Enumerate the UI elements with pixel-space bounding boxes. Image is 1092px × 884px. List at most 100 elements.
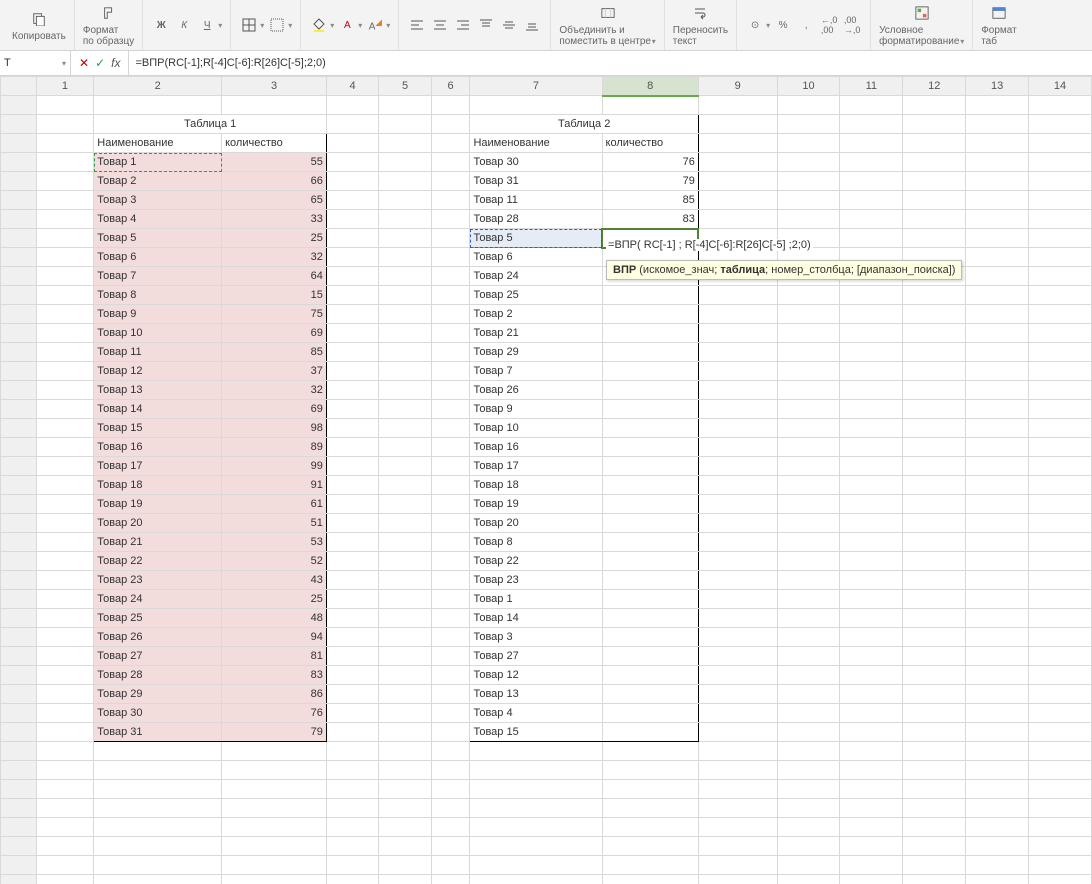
row-header-9[interactable] <box>1 248 37 267</box>
cell-r9c7[interactable]: Товар 6 <box>470 248 602 267</box>
cell-r23c1[interactable] <box>36 514 94 533</box>
cell-r4c10[interactable] <box>777 153 840 172</box>
cell-r13c6[interactable] <box>431 324 470 343</box>
cell-r34c9[interactable] <box>698 723 777 742</box>
column-header-5[interactable]: 5 <box>379 77 431 96</box>
cell-r18c10[interactable] <box>777 419 840 438</box>
cell-r14c5[interactable] <box>379 343 431 362</box>
cell-r8c6[interactable] <box>431 229 470 248</box>
cell-r23c3[interactable]: 51 <box>222 514 327 533</box>
cell-r34c5[interactable] <box>379 723 431 742</box>
cell-r20c1[interactable] <box>36 457 94 476</box>
cell-r16c8[interactable] <box>602 381 698 400</box>
align-left-button[interactable] <box>407 15 427 35</box>
cell-r39c7[interactable] <box>470 818 602 837</box>
cell-r3c6[interactable] <box>431 134 470 153</box>
cell-r33c3[interactable]: 76 <box>222 704 327 723</box>
cell-r17c2[interactable]: Товар 14 <box>94 400 222 419</box>
cell-r23c8[interactable] <box>602 514 698 533</box>
cell-r6c11[interactable] <box>840 191 903 210</box>
cell-r14c12[interactable] <box>903 343 966 362</box>
cell-r34c7[interactable]: Товар 15 <box>470 723 602 742</box>
cell-r40c5[interactable] <box>379 837 431 856</box>
cell-r32c4[interactable] <box>326 685 378 704</box>
cell-r28c6[interactable] <box>431 609 470 628</box>
cell-r30c6[interactable] <box>431 647 470 666</box>
row-header-2[interactable] <box>1 115 37 134</box>
cell-r10c3[interactable]: 64 <box>222 267 327 286</box>
cell-r5c7[interactable]: Товар 31 <box>470 172 602 191</box>
cell-r17c13[interactable] <box>966 400 1029 419</box>
cell-r41c1[interactable] <box>36 856 94 875</box>
cell-r18c1[interactable] <box>36 419 94 438</box>
cell-r2c13[interactable] <box>966 115 1029 134</box>
cell-r21c14[interactable] <box>1029 476 1092 495</box>
cell-r11c4[interactable] <box>326 286 378 305</box>
cell-r13c4[interactable] <box>326 324 378 343</box>
cell-r22c10[interactable] <box>777 495 840 514</box>
ribbon-merge[interactable]: Объединить ипоместить в центре ▾ <box>551 0 664 50</box>
row-header-8[interactable] <box>1 229 37 248</box>
cell-r42c9[interactable] <box>698 875 777 884</box>
cell-r14c2[interactable]: Товар 11 <box>94 343 222 362</box>
underline-button[interactable]: Ч <box>197 15 217 35</box>
cell-r20c3[interactable]: 99 <box>222 457 327 476</box>
cell-r26c3[interactable]: 43 <box>222 571 327 590</box>
cell-r14c3[interactable]: 85 <box>222 343 327 362</box>
cell-r33c7[interactable]: Товар 4 <box>470 704 602 723</box>
cell-r21c4[interactable] <box>326 476 378 495</box>
cell-r33c10[interactable] <box>777 704 840 723</box>
cell-r8c2[interactable]: Товар 5 <box>94 229 222 248</box>
cell-r12c14[interactable] <box>1029 305 1092 324</box>
row-header-31[interactable] <box>1 666 37 685</box>
cell-r26c9[interactable] <box>698 571 777 590</box>
cell-r28c4[interactable] <box>326 609 378 628</box>
cell-r6c2[interactable]: Товар 3 <box>94 191 222 210</box>
cell-r27c5[interactable] <box>379 590 431 609</box>
cell-r25c7[interactable]: Товар 22 <box>470 552 602 571</box>
row-header-34[interactable] <box>1 723 37 742</box>
cell-r7c3[interactable]: 33 <box>222 210 327 229</box>
cell-r12c9[interactable] <box>698 305 777 324</box>
row-header-26[interactable] <box>1 571 37 590</box>
cell-r38c5[interactable] <box>379 799 431 818</box>
cell-r2c10[interactable] <box>777 115 840 134</box>
cell-r4c13[interactable] <box>966 153 1029 172</box>
cell-r12c4[interactable] <box>326 305 378 324</box>
cell-r4c8[interactable]: 76 <box>602 153 698 172</box>
cell-r35c4[interactable] <box>326 742 378 761</box>
cell-r16c4[interactable] <box>326 381 378 400</box>
cell-r40c14[interactable] <box>1029 837 1092 856</box>
cell-r2c8[interactable]: Таблица 2 <box>470 115 698 134</box>
cell-r20c7[interactable]: Товар 17 <box>470 457 602 476</box>
cell-r36c1[interactable] <box>36 761 94 780</box>
cell-r13c11[interactable] <box>840 324 903 343</box>
cell-r24c2[interactable]: Товар 21 <box>94 533 222 552</box>
cell-r22c6[interactable] <box>431 495 470 514</box>
cell-r37c14[interactable] <box>1029 780 1092 799</box>
cell-r42c14[interactable] <box>1029 875 1092 884</box>
cell-r5c3[interactable]: 66 <box>222 172 327 191</box>
cell-r29c1[interactable] <box>36 628 94 647</box>
cell-r27c4[interactable] <box>326 590 378 609</box>
cell-r14c10[interactable] <box>777 343 840 362</box>
cell-r26c4[interactable] <box>326 571 378 590</box>
cell-r35c11[interactable] <box>840 742 903 761</box>
cell-r27c2[interactable]: Товар 24 <box>94 590 222 609</box>
cell-r1c13[interactable] <box>966 96 1029 115</box>
cell-r19c10[interactable] <box>777 438 840 457</box>
cell-r38c9[interactable] <box>698 799 777 818</box>
cell-r35c14[interactable] <box>1029 742 1092 761</box>
cell-r39c6[interactable] <box>431 818 470 837</box>
column-header-8[interactable]: 8 <box>602 77 698 96</box>
function-tooltip[interactable]: ВПР (искомое_знач; таблица; номер_столбц… <box>606 260 962 280</box>
cell-r13c7[interactable]: Товар 21 <box>470 324 602 343</box>
column-header-14[interactable]: 14 <box>1029 77 1092 96</box>
cell-r15c5[interactable] <box>379 362 431 381</box>
cell-r39c9[interactable] <box>698 818 777 837</box>
cell-r13c3[interactable]: 69 <box>222 324 327 343</box>
cell-r30c11[interactable] <box>840 647 903 666</box>
cell-r28c3[interactable]: 48 <box>222 609 327 628</box>
cell-r41c12[interactable] <box>903 856 966 875</box>
cell-r19c2[interactable]: Товар 16 <box>94 438 222 457</box>
